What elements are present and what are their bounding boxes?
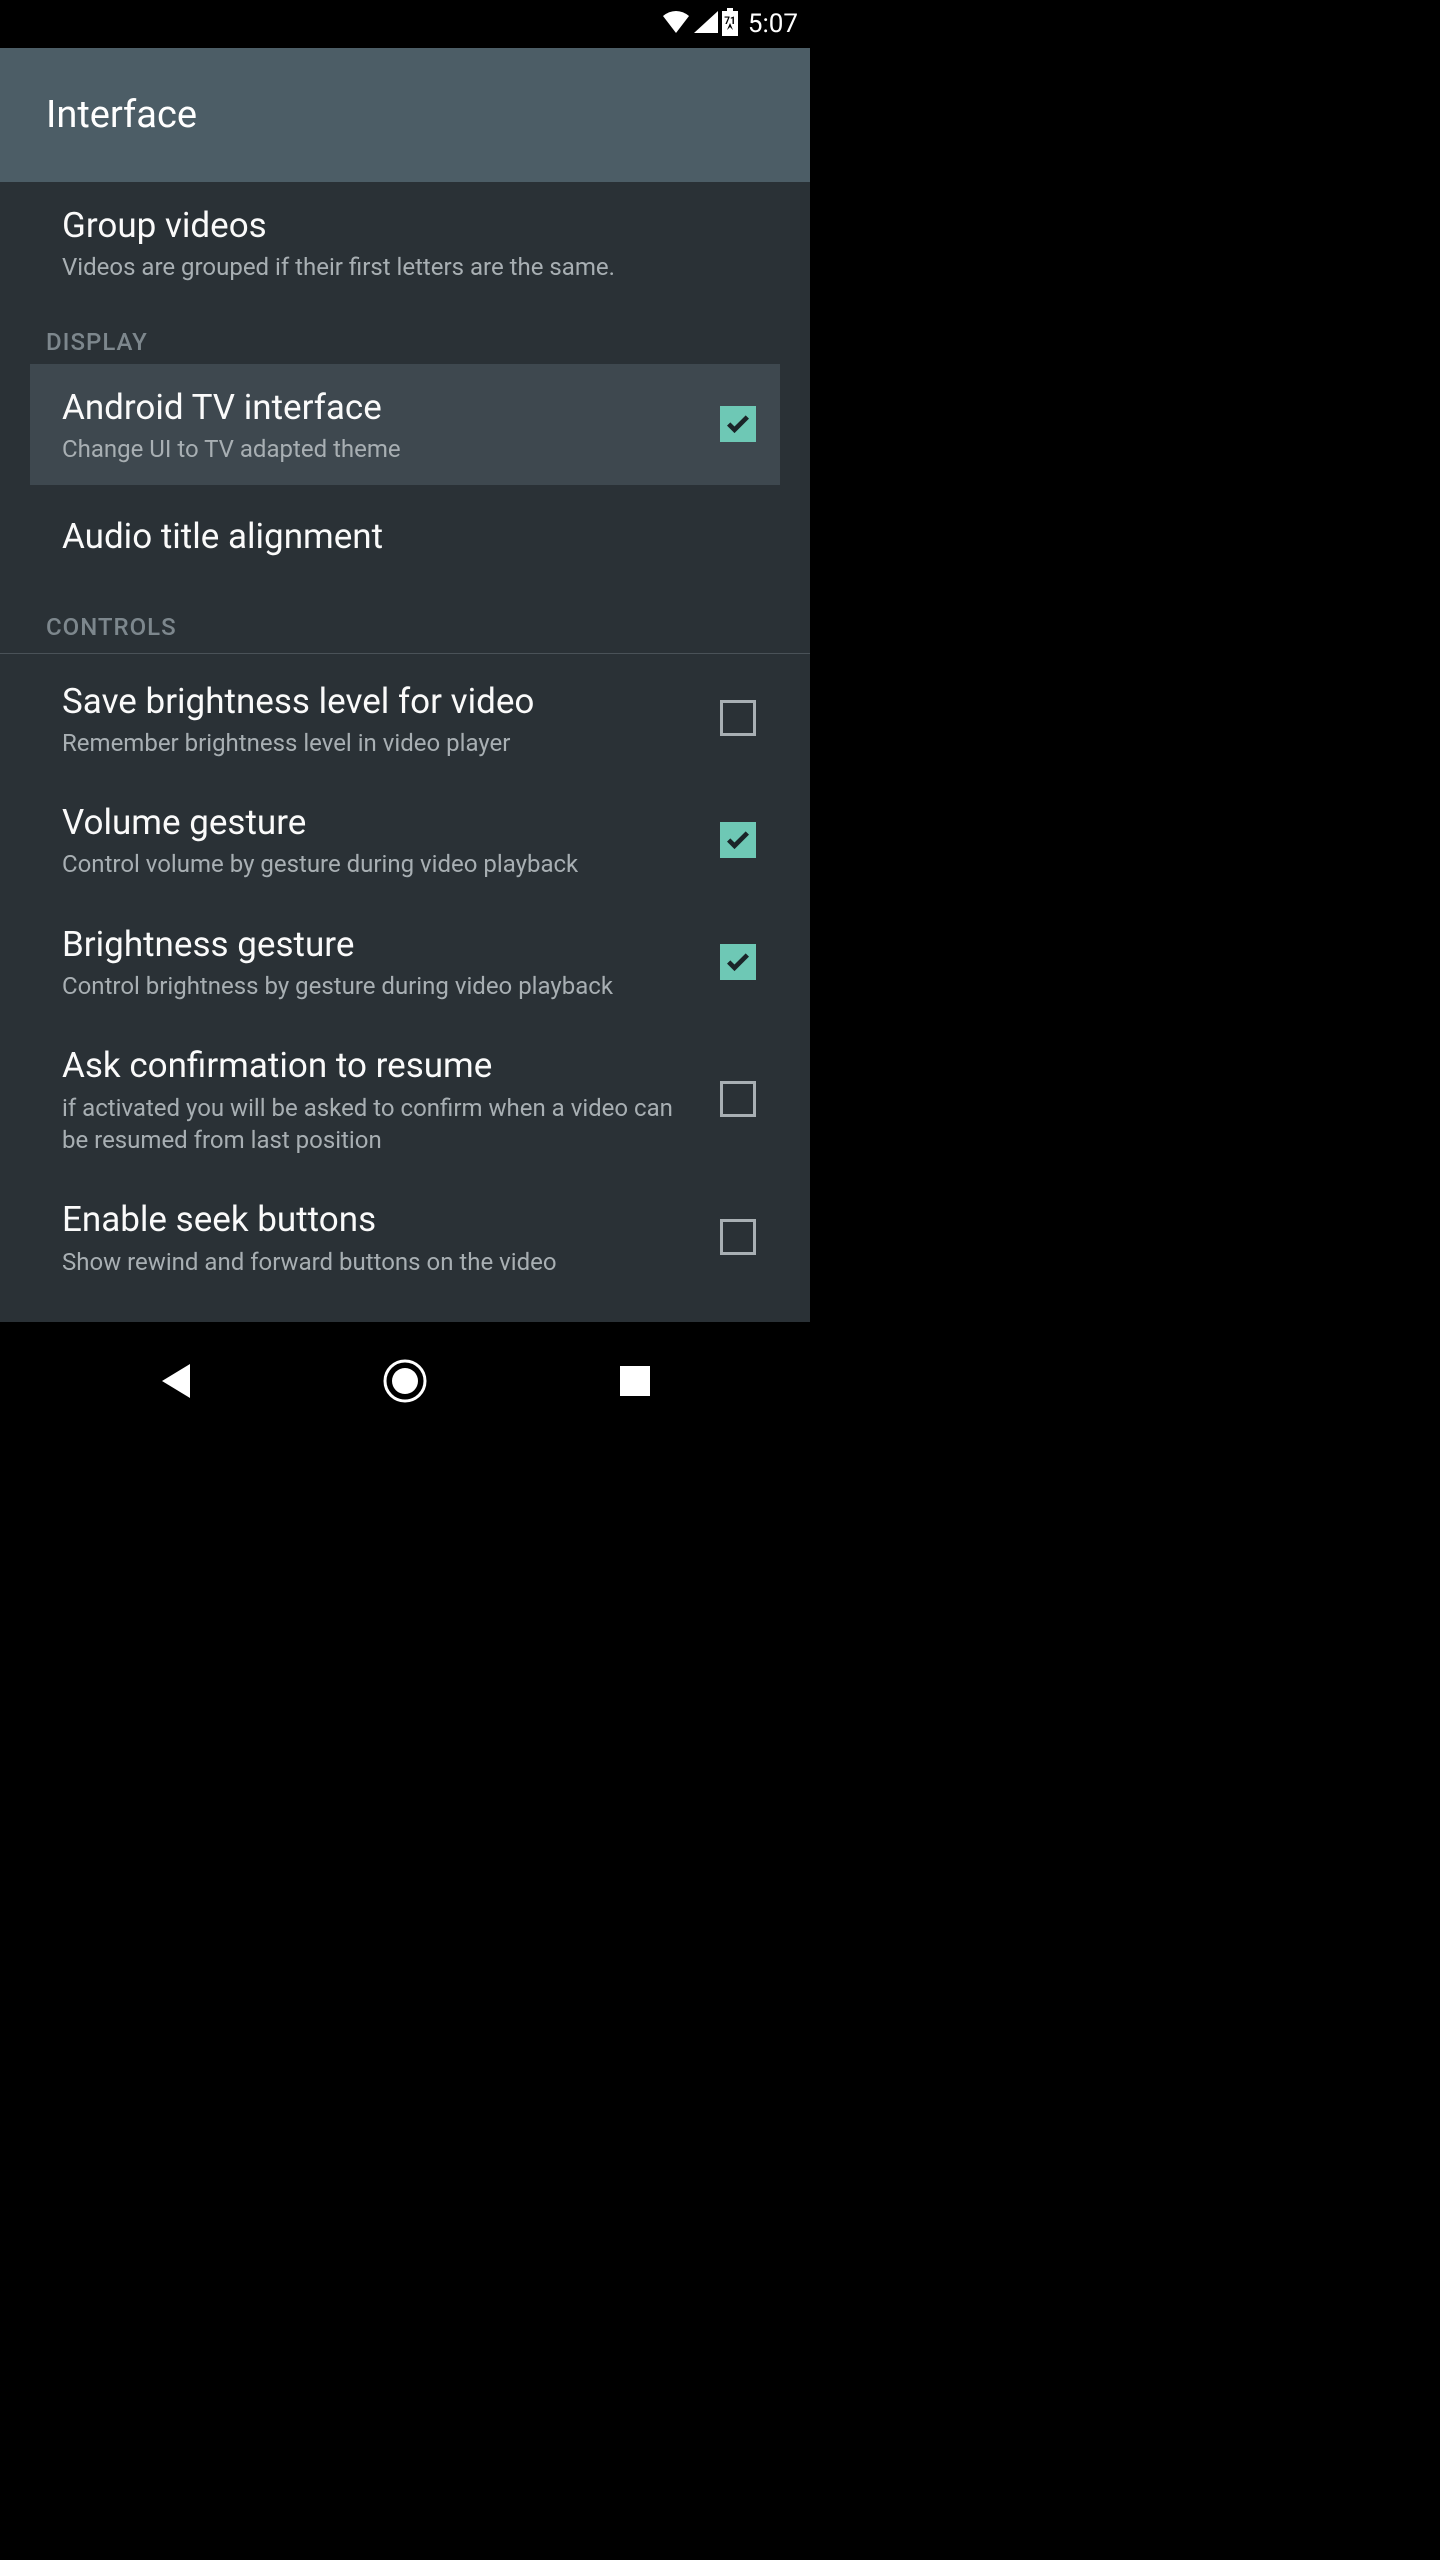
setting-subtitle: Videos are grouped if their first letter… <box>62 251 780 283</box>
section-header-controls: CONTROLS <box>0 589 810 654</box>
checkbox[interactable] <box>720 406 756 442</box>
setting-audio-title-alignment[interactable]: Audio title alignment <box>0 485 810 588</box>
setting-title: Group videos <box>62 202 780 249</box>
setting-brightness-gesture[interactable]: Brightness gesture Control brightness by… <box>0 901 810 1023</box>
setting-group-videos[interactable]: Group videos Videos are grouped if their… <box>0 182 810 304</box>
setting-title: Android TV interface <box>62 384 700 431</box>
setting-subtitle: Change UI to TV adapted theme <box>62 433 700 465</box>
setting-subtitle: if activated you will be asked to confir… <box>62 1092 700 1157</box>
home-button[interactable] <box>380 1356 430 1406</box>
checkbox[interactable] <box>720 1219 756 1255</box>
battery-icon: 71 <box>722 8 738 40</box>
checkbox[interactable] <box>720 822 756 858</box>
setting-subtitle: Remember brightness level in video playe… <box>62 727 700 759</box>
setting-title: Audio title alignment <box>62 513 780 560</box>
wifi-icon <box>662 11 690 37</box>
setting-enable-seek-buttons[interactable]: Enable seek buttons Show rewind and forw… <box>0 1176 810 1298</box>
setting-title: Brightness gesture <box>62 921 700 968</box>
setting-subtitle: Control volume by gesture during video p… <box>62 848 700 880</box>
recent-apps-button[interactable] <box>610 1356 660 1406</box>
setting-title: Volume gesture <box>62 799 700 846</box>
navigation-bar <box>0 1322 810 1440</box>
checkbox[interactable] <box>720 944 756 980</box>
setting-android-tv-interface[interactable]: Android TV interface Change UI to TV ada… <box>30 364 780 486</box>
checkbox[interactable] <box>720 700 756 736</box>
setting-title: Save brightness level for video <box>62 678 700 725</box>
clock-text: 5:07 <box>748 9 798 39</box>
app-header: Interface <box>0 48 810 182</box>
setting-title: Enable seek buttons <box>62 1196 700 1243</box>
signal-icon <box>694 11 718 37</box>
back-button[interactable] <box>150 1356 200 1406</box>
setting-title: Ask confirmation to resume <box>62 1042 700 1089</box>
setting-subtitle: Control brightness by gesture during vid… <box>62 970 700 1002</box>
setting-ask-confirmation-resume[interactable]: Ask confirmation to resume if activated … <box>0 1022 810 1176</box>
status-bar: 71 5:07 <box>0 0 810 48</box>
page-title: Interface <box>46 93 197 137</box>
checkbox[interactable] <box>720 1081 756 1117</box>
settings-content: Group videos Videos are grouped if their… <box>0 182 810 1322</box>
setting-save-brightness[interactable]: Save brightness level for video Remember… <box>0 658 810 780</box>
setting-volume-gesture[interactable]: Volume gesture Control volume by gesture… <box>0 779 810 901</box>
setting-subtitle: Show rewind and forward buttons on the v… <box>62 1246 700 1278</box>
section-header-display: DISPLAY <box>0 304 810 364</box>
